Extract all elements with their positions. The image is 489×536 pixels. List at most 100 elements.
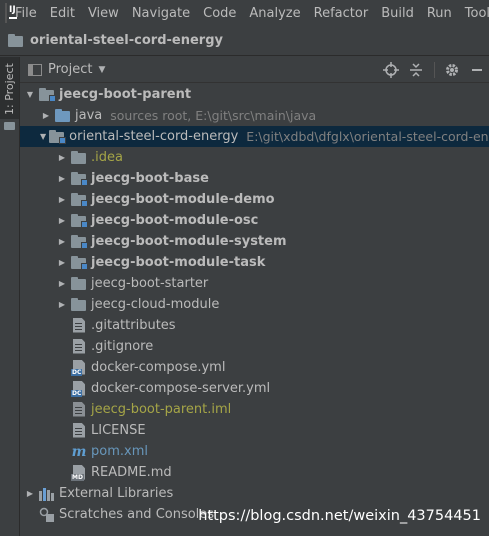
- breadcrumb-project[interactable]: oriental-steel-cord-energy: [30, 33, 223, 48]
- tree-node-file[interactable]: m pom.xml: [20, 441, 489, 462]
- tree-node-label: docker-compose-server.yml: [91, 381, 271, 396]
- collapsed-arrow-icon[interactable]: ▶: [56, 279, 68, 288]
- tree-node-label: java: [75, 108, 103, 123]
- maven-icon: m: [71, 443, 87, 460]
- tree-node-file[interactable]: MD README.md: [20, 462, 489, 483]
- menu-code[interactable]: Code: [203, 6, 236, 21]
- toolbar-divider: [434, 62, 435, 78]
- module-folder-icon: [71, 256, 88, 270]
- tree-node-label: docker-compose.yml: [91, 360, 226, 375]
- scratches-icon: [39, 507, 55, 523]
- collapsed-arrow-icon[interactable]: ▶: [56, 300, 68, 309]
- tree-node-project[interactable]: ▼ oriental-steel-cord-energy E:\git\xdbd…: [20, 126, 489, 147]
- tree-node-file[interactable]: .gitignore: [20, 336, 489, 357]
- expanded-arrow-icon[interactable]: ▼: [40, 132, 46, 141]
- module-folder-icon: [71, 235, 88, 249]
- collapsed-arrow-icon[interactable]: ▶: [56, 258, 68, 267]
- tree-node-module[interactable]: ▶ jeecg-boot-module-demo: [20, 189, 489, 210]
- tree-node-label: jeecg-boot-module-demo: [91, 192, 275, 207]
- tree-node-folder[interactable]: ▶ jeecg-cloud-module: [20, 294, 489, 315]
- tree-node-label: External Libraries: [59, 486, 174, 501]
- tree-node-external-libraries[interactable]: ▶ External Libraries: [20, 483, 489, 504]
- tree-node-hint: E:\git\xdbd\dfglx\oriental-steel-cord-en…: [246, 129, 489, 144]
- tree-node-label: jeecg-boot-module-task: [91, 255, 266, 270]
- tree-node-label: Scratches and Consoles: [59, 507, 215, 522]
- tree-node-module[interactable]: ▶ jeecg-boot-base: [20, 168, 489, 189]
- menu-file[interactable]: File: [15, 6, 37, 21]
- collapsed-arrow-icon[interactable]: ▶: [40, 111, 52, 120]
- module-folder-icon: [39, 88, 56, 102]
- tree-node-label: pom.xml: [91, 444, 148, 459]
- tree-node-label: jeecg-boot-parent: [59, 87, 192, 102]
- intellij-logo-icon: IJ: [5, 3, 17, 23]
- project-panel-header: Project ▼: [20, 57, 489, 83]
- menu-refactor[interactable]: Refactor: [314, 6, 369, 21]
- left-tool-strip: 1: Project: [0, 57, 20, 536]
- gear-icon[interactable]: [444, 62, 460, 78]
- menu-run[interactable]: Run: [427, 6, 452, 21]
- menu-edit[interactable]: Edit: [50, 6, 75, 21]
- project-tool-tab[interactable]: 1: Project: [0, 57, 19, 119]
- tree-node-java[interactable]: ▶ java sources root, E:\git\src\main\jav…: [20, 105, 489, 126]
- locate-file-icon[interactable]: [383, 62, 399, 78]
- watermark: https://blog.csdn.net/weixin_43754451: [198, 508, 481, 524]
- collapsed-arrow-icon[interactable]: ▶: [56, 195, 68, 204]
- collapsed-arrow-icon[interactable]: ▶: [24, 489, 36, 498]
- collapse-all-icon[interactable]: [408, 62, 424, 78]
- project-tool-folder-icon: [4, 121, 15, 130]
- folder-icon: [71, 298, 87, 311]
- menu-tools[interactable]: Tools: [465, 6, 489, 21]
- tree-node-label: jeecg-boot-starter: [91, 276, 209, 291]
- tree-node-label: jeecg-boot-module-system: [91, 234, 287, 249]
- tree-node-label: jeecg-boot-parent.iml: [91, 402, 232, 417]
- ignore-file-icon: [71, 338, 87, 355]
- project-tool-tab-label: 1: Project: [3, 63, 16, 115]
- tree-node-label: jeecg-boot-base: [91, 171, 209, 186]
- project-view-selector[interactable]: Project: [48, 62, 92, 77]
- tree-node-module[interactable]: ▶ jeecg-boot-module-task: [20, 252, 489, 273]
- collapsed-arrow-icon[interactable]: ▶: [56, 216, 68, 225]
- tree-node-label: .idea: [91, 150, 123, 165]
- project-tree: ▼ jeecg-boot-parent ▶ java sources root,…: [20, 84, 489, 536]
- text-file-icon: [71, 422, 87, 439]
- project-view-icon: [28, 63, 42, 76]
- menu-build[interactable]: Build: [381, 6, 414, 21]
- folder-icon: [8, 34, 24, 47]
- tree-node-root[interactable]: ▼ jeecg-boot-parent: [20, 84, 489, 105]
- module-folder-icon: [71, 193, 88, 207]
- docker-compose-file-icon: DC: [71, 380, 87, 397]
- folder-icon: [71, 151, 87, 164]
- tree-node-module[interactable]: ▶ jeecg-boot-module-system: [20, 231, 489, 252]
- collapsed-arrow-icon[interactable]: ▶: [56, 153, 68, 162]
- tree-node-label: jeecg-cloud-module: [91, 297, 220, 312]
- expanded-arrow-icon[interactable]: ▼: [24, 90, 36, 99]
- source-folder-icon: [55, 109, 71, 122]
- tree-node-file[interactable]: DC docker-compose.yml: [20, 357, 489, 378]
- folder-icon: [71, 277, 87, 290]
- tree-node-idea[interactable]: ▶ .idea: [20, 147, 489, 168]
- docker-compose-file-icon: DC: [71, 359, 87, 376]
- collapsed-arrow-icon[interactable]: ▶: [56, 237, 68, 246]
- collapsed-arrow-icon[interactable]: ▶: [56, 174, 68, 183]
- menu-analyze[interactable]: Analyze: [249, 6, 300, 21]
- tree-node-file[interactable]: .gitattributes: [20, 315, 489, 336]
- markdown-file-icon: MD: [71, 464, 87, 481]
- tree-node-file[interactable]: LICENSE: [20, 420, 489, 441]
- tree-node-file[interactable]: jeecg-boot-parent.iml: [20, 399, 489, 420]
- tree-node-label: oriental-steel-cord-energy: [69, 129, 239, 144]
- tree-node-file[interactable]: DC docker-compose-server.yml: [20, 378, 489, 399]
- tree-node-folder[interactable]: ▶ jeecg-boot-starter: [20, 273, 489, 294]
- menu-navigate[interactable]: Navigate: [132, 6, 190, 21]
- libraries-icon: [39, 487, 55, 501]
- menu-view[interactable]: View: [88, 6, 119, 21]
- tree-node-module[interactable]: ▶ jeecg-boot-module-osc: [20, 210, 489, 231]
- tree-node-label: LICENSE: [91, 423, 146, 438]
- module-folder-icon: [71, 214, 88, 228]
- tree-node-label: README.md: [91, 465, 172, 480]
- tree-node-hint: sources root, E:\git\src\main\java: [110, 108, 317, 123]
- module-folder-icon: [71, 172, 88, 186]
- navigation-bar: oriental-steel-cord-energy: [0, 26, 489, 56]
- chevron-down-icon[interactable]: ▼: [98, 65, 105, 75]
- hide-panel-icon[interactable]: [469, 62, 485, 78]
- module-folder-icon: [49, 130, 67, 144]
